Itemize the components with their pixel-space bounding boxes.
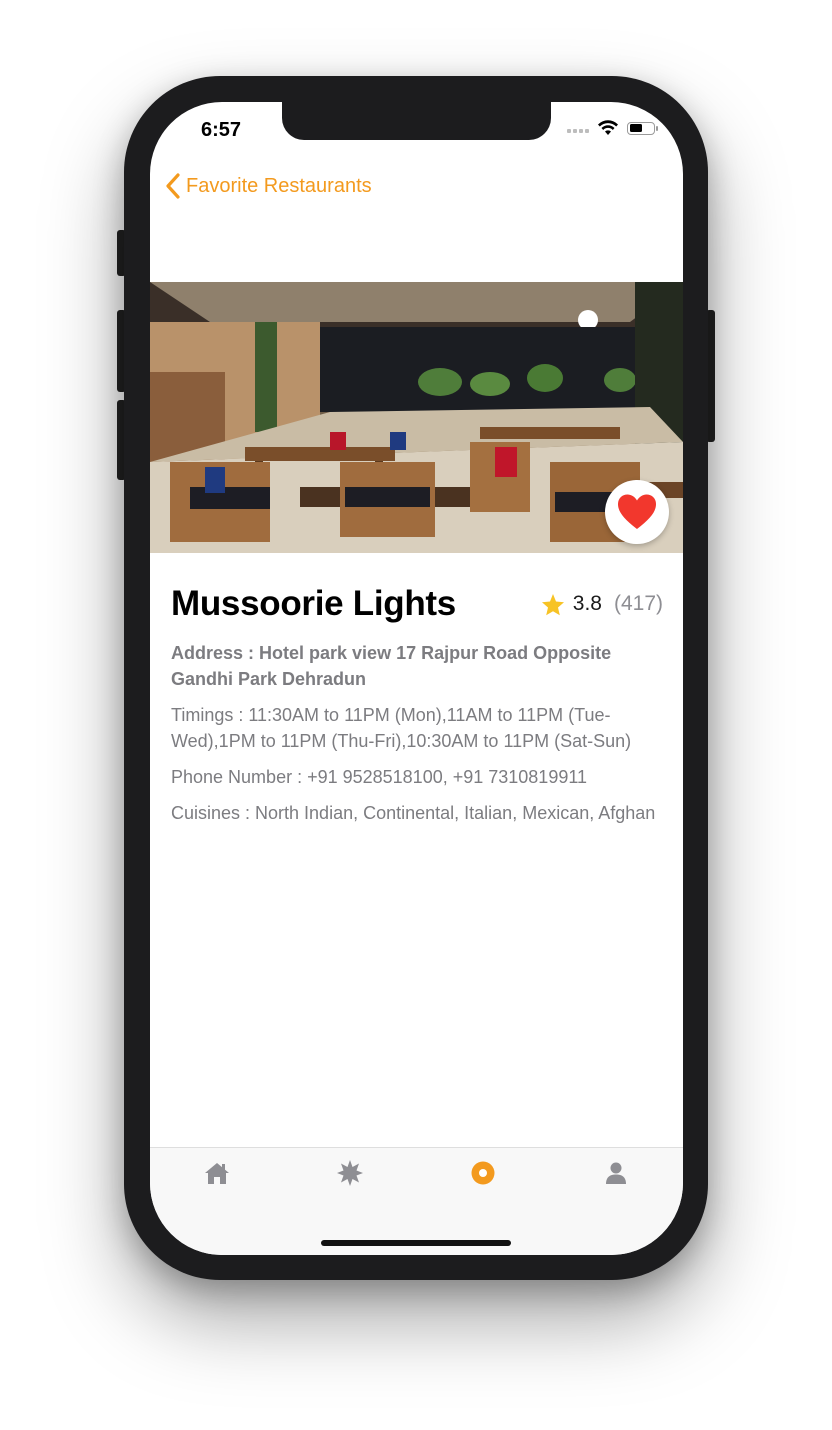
restaurant-address: Address : Hotel park view 17 Rajpur Road… <box>171 643 612 689</box>
favorite-button[interactable] <box>605 480 669 544</box>
device-canvas: 6:57 Favorite Restaurants Mussoorie Ligh… <box>0 0 832 1430</box>
rating-score: 3.8 <box>572 592 602 615</box>
status-time: 6:57 <box>201 119 242 141</box>
tab-home[interactable] <box>197 1158 237 1188</box>
status-icons <box>567 120 658 136</box>
tab-profile[interactable] <box>596 1158 636 1188</box>
chevron-left-icon <box>166 173 180 199</box>
back-button-label: Favorite Restaurants <box>186 174 372 197</box>
restaurant-name: Mussoorie Lights <box>171 584 456 623</box>
back-button[interactable]: Favorite Restaurants <box>164 172 372 200</box>
signal-icon <box>567 123 589 133</box>
restaurant-photo <box>150 282 683 553</box>
restaurant-cuisines: Cuisines : North Indian, Continental, It… <box>171 803 656 823</box>
tab-explore[interactable] <box>330 1158 370 1188</box>
restaurant-scene-illustration <box>150 282 683 553</box>
title-row: Mussoorie Lights 3.8 (417) <box>171 584 663 624</box>
tab-bar <box>150 1147 683 1255</box>
battery-icon <box>627 121 658 135</box>
starburst-icon <box>337 1160 363 1186</box>
heart-icon <box>618 494 656 529</box>
app-screen: 6:57 Favorite Restaurants Mussoorie Ligh… <box>150 102 683 1255</box>
home-indicator[interactable] <box>321 1240 511 1246</box>
rating-summary: 3.8 (417) <box>541 592 663 616</box>
restaurant-timings: Timings : 11:30AM to 11PM (Mon),11AM to … <box>171 705 632 751</box>
restaurant-phone[interactable]: Phone Number : +91 9528518100, +91 73108… <box>171 764 663 790</box>
favorites-circle-icon <box>471 1161 495 1185</box>
tab-favorites[interactable] <box>463 1158 503 1188</box>
wifi-icon <box>598 120 618 135</box>
profile-icon <box>606 1162 626 1184</box>
restaurant-details: Mussoorie Lights 3.8 (417) Address : Hot… <box>171 584 663 826</box>
notch <box>282 102 551 140</box>
review-count: (417) <box>613 592 663 615</box>
home-icon <box>205 1163 229 1184</box>
star-icon <box>541 593 564 615</box>
